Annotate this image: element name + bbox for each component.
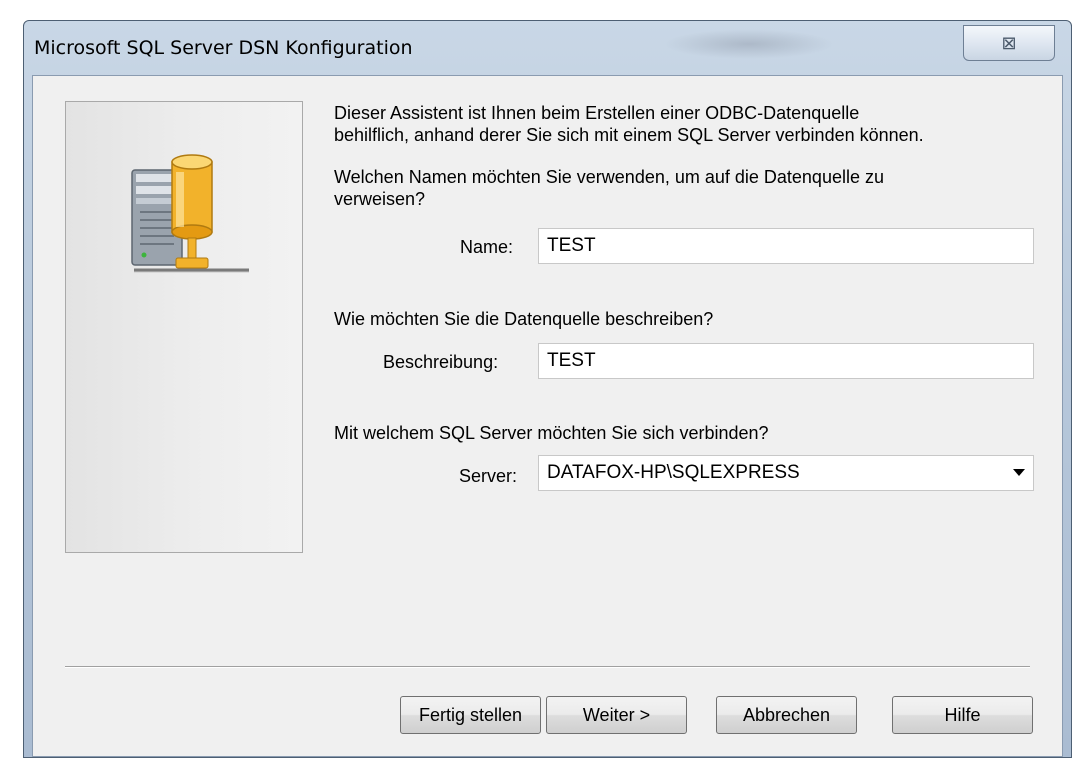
intro-line-2: behilflich, anhand derer Sie sich mit ei… [334, 125, 924, 145]
chevron-down-icon[interactable] [1013, 469, 1025, 476]
wizard-image-panel [65, 101, 303, 553]
dialog-body: Dieser Assistent ist Ihnen beim Erstelle… [32, 75, 1063, 757]
name-question-line-1: Welchen Namen möchten Sie verwenden, um … [334, 167, 884, 187]
server-select-value: DATAFOX-HP\SQLEXPRESS [547, 462, 800, 483]
name-label: Name: [460, 237, 514, 257]
background-blur [664, 29, 834, 59]
finish-button[interactable]: Fertig stellen [400, 696, 541, 734]
footer-separator [65, 666, 1030, 668]
server-select[interactable]: DATAFOX-HP\SQLEXPRESS [538, 455, 1034, 491]
description-input[interactable]: TEST [538, 343, 1034, 379]
help-button[interactable]: Hilfe [892, 696, 1033, 734]
server-label: Server: [459, 466, 518, 486]
window-title: Microsoft SQL Server DSN Konfiguration [34, 37, 413, 59]
description-question: Wie möchten Sie die Datenquelle beschrei… [334, 309, 714, 329]
server-question: Mit welchem SQL Server möchten Sie sich … [334, 423, 769, 443]
name-input[interactable]: TEST [538, 228, 1034, 264]
name-question-line-2: verweisen? [334, 189, 426, 209]
next-button[interactable]: Weiter > [546, 696, 687, 734]
close-button[interactable]: ⊠ [963, 25, 1055, 61]
titlebar[interactable]: Microsoft SQL Server DSN Konfiguration ⊠ [24, 21, 1071, 71]
intro-line-1: Dieser Assistent ist Ihnen beim Erstelle… [334, 103, 860, 123]
close-icon: ⊠ [1001, 32, 1017, 54]
description-label: Beschreibung: [383, 352, 499, 372]
cancel-button[interactable]: Abbrechen [716, 696, 857, 734]
dsn-config-dialog: Microsoft SQL Server DSN Konfiguration ⊠ [23, 20, 1072, 758]
server-database-icon [131, 154, 249, 273]
